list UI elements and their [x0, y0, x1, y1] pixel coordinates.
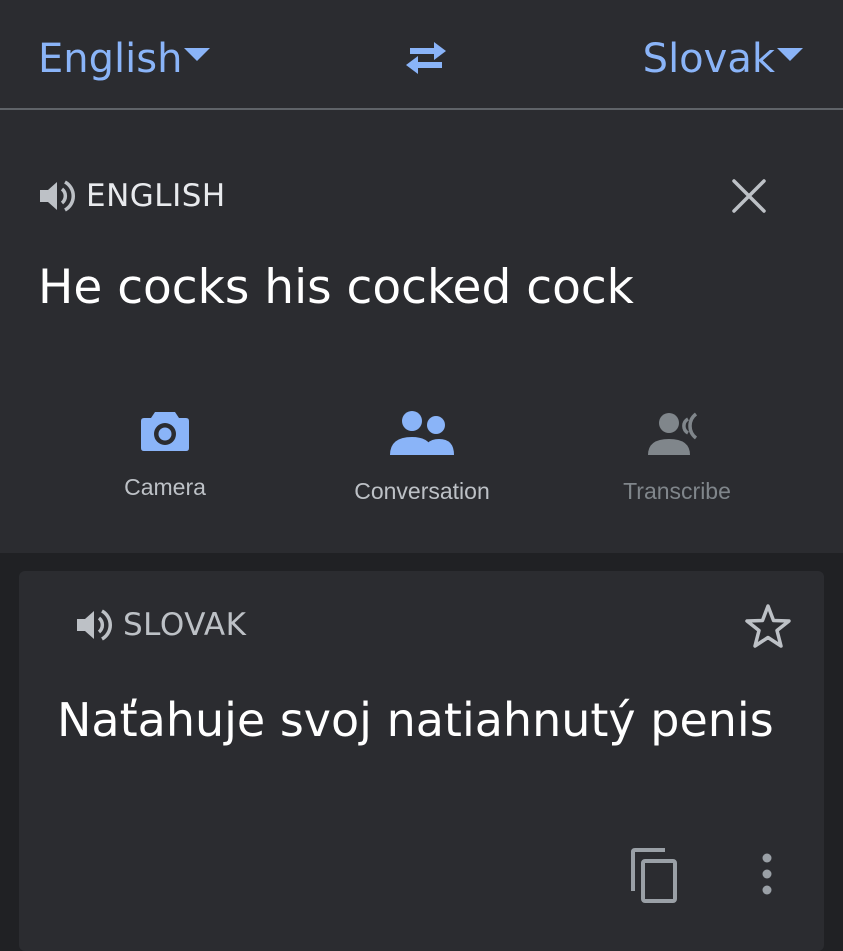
language-bar: English Slovak [0, 0, 843, 110]
source-language-label: English [38, 36, 183, 82]
translated-text[interactable]: Naťahuje svoj natiahnutý penis [57, 693, 774, 747]
dropdown-arrow-icon [184, 47, 211, 61]
target-language-name: SLOVAK [123, 607, 247, 643]
people-icon [390, 411, 454, 455]
target-language-label: Slovak [642, 36, 775, 82]
translation-card: SLOVAK Naťahuje svoj natiahnutý penis [19, 571, 824, 951]
source-text[interactable]: He cocks his cocked cock [38, 260, 634, 315]
target-language-selector[interactable]: Slovak [643, 34, 803, 84]
conversation-button[interactable]: Conversation [312, 410, 532, 505]
source-language-selector[interactable]: English [38, 34, 211, 84]
target-language-heading: SLOVAK [75, 607, 246, 643]
conversation-label: Conversation [354, 478, 490, 504]
source-language-name: ENGLISH [86, 178, 226, 214]
speaker-icon[interactable] [75, 608, 113, 642]
source-language-heading: ENGLISH [38, 178, 226, 214]
speaker-icon[interactable] [38, 179, 76, 213]
transcribe-button[interactable]: Transcribe [567, 410, 787, 505]
copy-icon[interactable] [629, 847, 679, 903]
camera-icon [141, 412, 189, 451]
dropdown-arrow-icon [777, 47, 803, 61]
close-icon[interactable] [731, 178, 767, 214]
transcribe-icon [648, 412, 698, 455]
more-options-icon[interactable] [755, 851, 779, 897]
swap-languages-icon[interactable] [402, 38, 450, 78]
source-panel: ENGLISH He cocks his cocked cock Camera … [0, 110, 843, 553]
camera-label: Camera [124, 474, 206, 500]
star-icon[interactable] [744, 603, 792, 649]
camera-button[interactable]: Camera [55, 410, 275, 501]
transcribe-label: Transcribe [623, 478, 731, 504]
